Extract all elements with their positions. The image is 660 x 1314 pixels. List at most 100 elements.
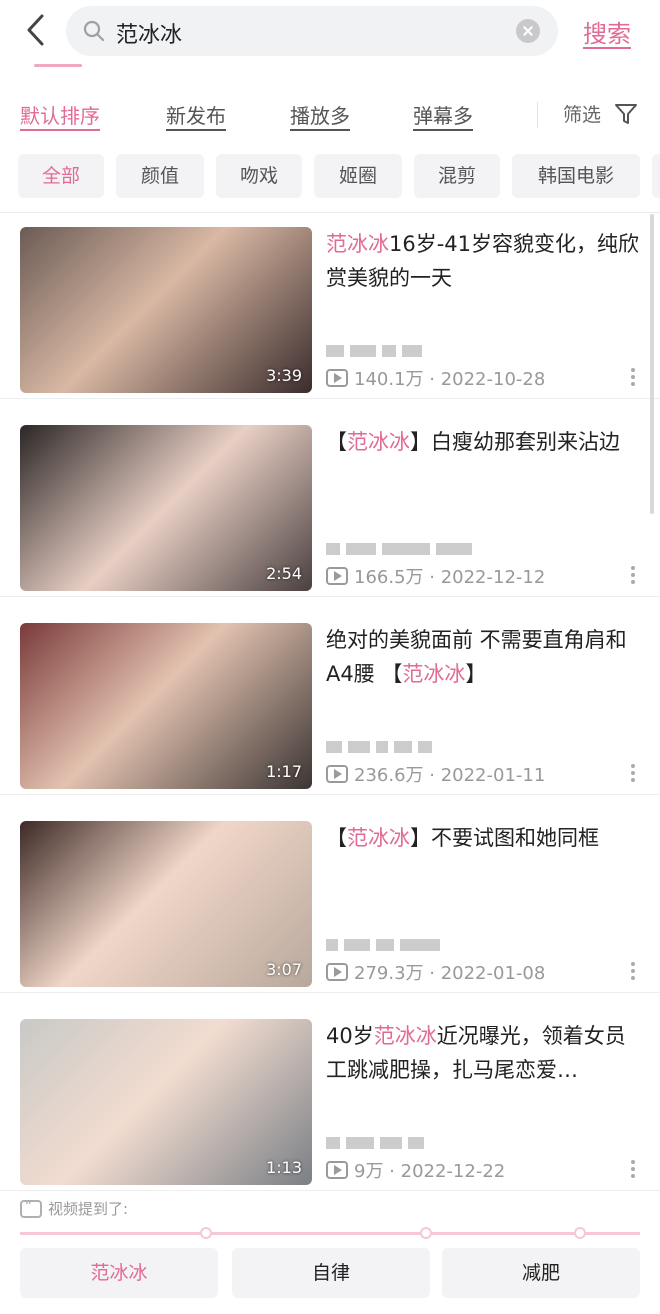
track-dot	[200, 1227, 212, 1239]
chip-korean-film[interactable]: 韩国电影	[512, 154, 640, 198]
uploader-name-redacted	[326, 934, 446, 951]
sort-most-played[interactable]: 播放多	[290, 100, 350, 129]
chip-mashup[interactable]: 混剪	[414, 154, 500, 198]
publish-date: 2022-12-22	[400, 1161, 506, 1182]
publish-date: 2022-01-08	[440, 963, 546, 984]
video-title[interactable]: 范冰冰16岁-41岁容貌变化，纯欣赏美貌的一天	[326, 227, 644, 295]
title-text: 【	[326, 826, 347, 850]
mentioned-label: 视频提到了:	[20, 1198, 128, 1222]
title-keyword-highlight: 范冰冰	[402, 662, 466, 686]
more-options-icon[interactable]	[630, 368, 636, 390]
sort-divider	[537, 102, 538, 128]
uploader-name-redacted	[326, 736, 438, 753]
video-duration: 1:13	[266, 1158, 302, 1177]
search-query-text[interactable]: 范冰冰	[116, 17, 182, 49]
title-text: 40岁	[326, 1024, 374, 1048]
tab-indicator	[34, 64, 82, 67]
result-item[interactable]: 3:39 范冰冰16岁-41岁容貌变化，纯欣赏美貌的一天 140.1万 · 2022…	[0, 214, 660, 412]
mentioned-text: 视频提到了:	[48, 1200, 129, 1218]
title-keyword-highlight: 范冰冰	[347, 430, 410, 454]
uploader-name-redacted	[326, 1132, 430, 1149]
sort-default[interactable]: 默认排序	[20, 100, 100, 129]
play-count-icon	[326, 369, 348, 387]
title-text: 【	[326, 430, 347, 454]
video-title[interactable]: 【范冰冰】不要试图和她同框	[326, 821, 644, 855]
play-count-icon	[326, 1161, 348, 1179]
item-divider	[0, 398, 660, 399]
video-thumbnail[interactable]: 3:07	[20, 821, 312, 987]
play-count-icon	[326, 567, 348, 585]
uploader-name-redacted	[326, 340, 428, 357]
more-options-icon[interactable]	[630, 566, 636, 588]
track-dot	[420, 1227, 432, 1239]
scrollbar[interactable]	[650, 214, 654, 514]
video-thumbnail[interactable]: 1:13	[20, 1019, 312, 1185]
back-arrow-icon[interactable]	[18, 10, 54, 50]
publish-date: 2022-12-12	[440, 567, 546, 588]
search-icon	[83, 20, 105, 42]
mention-progress-track	[20, 1227, 640, 1239]
result-item[interactable]: 3:07 【范冰冰】不要试图和她同框 279.3万 · 2022-01-08	[0, 808, 660, 1006]
video-duration: 3:07	[266, 960, 302, 979]
view-count: 166.5万	[354, 567, 424, 588]
sort-bar: 默认排序 新发布 播放多 弹幕多 筛选	[0, 88, 660, 138]
comment-bubble-icon	[20, 1199, 42, 1218]
play-count-icon	[326, 765, 348, 783]
mention-tag-fanbingbing[interactable]: 范冰冰	[20, 1248, 218, 1298]
item-divider	[0, 794, 660, 795]
list-divider	[0, 212, 660, 213]
chip-kiss-scenes[interactable]: 吻戏	[216, 154, 302, 198]
video-meta: 279.3万 · 2022-01-08	[326, 959, 545, 985]
video-duration: 3:39	[266, 366, 302, 385]
play-count-icon	[326, 963, 348, 981]
item-divider	[0, 992, 660, 993]
more-options-icon[interactable]	[630, 1160, 636, 1182]
title-keyword-highlight: 范冰冰	[373, 1024, 437, 1048]
track-dot	[574, 1227, 586, 1239]
video-thumbnail[interactable]: 3:39	[20, 227, 312, 393]
chip-gl[interactable]: 姬圈	[314, 154, 402, 198]
video-title[interactable]: 40岁范冰冰近况曝光，领着女员工跳减肥操，扎马尾恋爱…	[326, 1019, 644, 1087]
sort-most-danmaku[interactable]: 弹幕多	[413, 100, 473, 129]
chip-overflow[interactable]	[652, 154, 660, 198]
video-duration: 2:54	[266, 564, 302, 583]
chip-all[interactable]: 全部	[18, 154, 104, 198]
more-options-icon[interactable]	[630, 962, 636, 984]
video-title[interactable]: 【范冰冰】白瘦幼那套别来沾边	[326, 425, 644, 459]
result-item[interactable]: 1:17 绝对的美貌面前 不需要直角肩和A4腰 【范冰冰】 236.6万 · 202…	[0, 610, 660, 808]
view-count: 279.3万	[354, 963, 424, 984]
view-count: 236.6万	[354, 765, 424, 786]
video-thumbnail[interactable]: 1:17	[20, 623, 312, 789]
sort-newest[interactable]: 新发布	[166, 100, 226, 129]
title-keyword-highlight: 范冰冰	[347, 826, 410, 850]
search-header: 范冰冰 搜索	[0, 0, 660, 67]
result-item[interactable]: 2:54 【范冰冰】白瘦幼那套别来沾边 166.5万 · 2022-12-12	[0, 412, 660, 610]
view-count: 9万	[354, 1161, 384, 1182]
publish-date: 2022-01-11	[440, 765, 546, 786]
chip-looks[interactable]: 颜值	[116, 154, 204, 198]
title-keyword-highlight: 范冰冰	[326, 232, 389, 256]
category-chips: 全部 颜值 吻戏 姬圈 混剪 韩国电影	[0, 154, 660, 200]
video-thumbnail[interactable]: 2:54	[20, 425, 312, 591]
filter-funnel-icon[interactable]	[613, 101, 639, 127]
video-meta: 140.1万 · 2022-10-28	[326, 365, 545, 391]
item-divider	[0, 596, 660, 597]
title-text: 】不要试图和她同框	[410, 826, 599, 850]
search-input[interactable]: 范冰冰	[66, 6, 558, 56]
title-text: 】	[465, 662, 487, 686]
view-count: 140.1万	[354, 369, 424, 390]
uploader-name-redacted	[326, 538, 478, 555]
video-meta: 236.6万 · 2022-01-11	[326, 761, 545, 787]
video-title[interactable]: 绝对的美貌面前 不需要直角肩和A4腰 【范冰冰】	[326, 623, 644, 691]
item-divider	[0, 1190, 660, 1191]
mention-tag-weight-loss[interactable]: 减肥	[442, 1248, 640, 1298]
mention-tag-self-discipline[interactable]: 自律	[232, 1248, 430, 1298]
result-item[interactable]: 1:13 40岁范冰冰近况曝光，领着女员工跳减肥操，扎马尾恋爱… 9万 · 2022…	[0, 1006, 660, 1204]
filter-button[interactable]: 筛选	[563, 100, 601, 127]
search-button[interactable]: 搜索	[583, 14, 631, 49]
video-duration: 1:17	[266, 762, 302, 781]
title-text: 】白瘦幼那套别来沾边	[410, 430, 620, 454]
publish-date: 2022-10-28	[440, 369, 546, 390]
more-options-icon[interactable]	[630, 764, 636, 786]
clear-icon[interactable]	[516, 19, 540, 43]
